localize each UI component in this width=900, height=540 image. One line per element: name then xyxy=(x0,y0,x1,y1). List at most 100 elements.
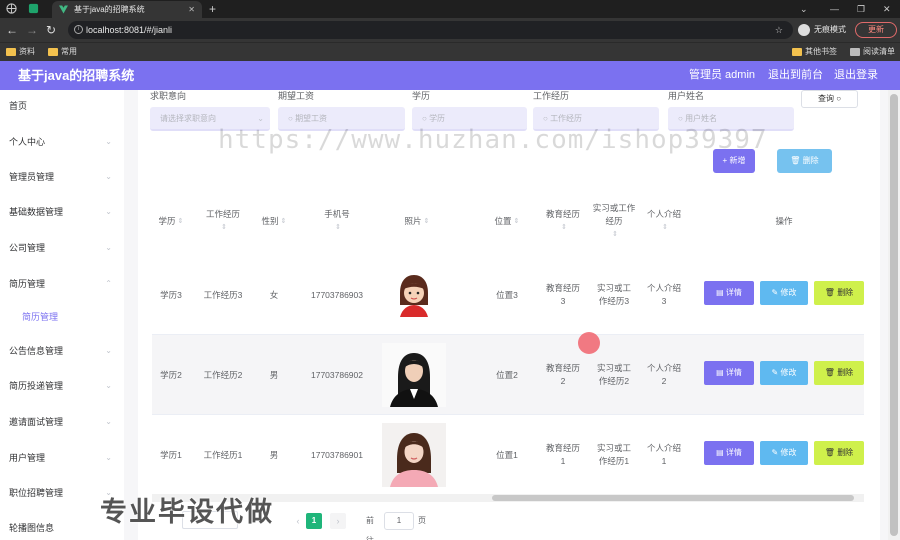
sidebar-item-admin-management[interactable]: 管理员管理 ⌄ xyxy=(0,167,124,187)
bookmark-folder[interactable]: 常用 xyxy=(48,46,77,58)
sidebar-item-announcement[interactable]: 公告信息管理 ⌄ xyxy=(0,341,124,361)
bookmark-star-icon[interactable]: ☆ xyxy=(775,21,783,39)
sort-icon[interactable]: ⇕ xyxy=(281,215,287,228)
chevron-down-icon: ⌄ xyxy=(105,243,112,252)
trash-icon: 🗑 xyxy=(824,368,838,377)
resume-photo[interactable] xyxy=(382,423,446,487)
cell-degree: 学历3 xyxy=(160,289,182,300)
button-label: 删除 xyxy=(802,156,819,165)
chevron-down-icon: ⌄ xyxy=(105,381,112,390)
tab-list-chevron-icon[interactable]: ⌄ xyxy=(800,0,808,18)
sidebar-item-personal-center[interactable]: 个人中心 ⌄ xyxy=(0,132,124,152)
column-header[interactable]: 教育经历 ⇕ xyxy=(540,187,586,255)
sort-icon[interactable]: ⇕ xyxy=(335,221,341,234)
tab-close-icon[interactable]: ✕ xyxy=(188,1,195,18)
scrollbar-thumb[interactable] xyxy=(492,495,854,501)
prev-page-icon[interactable]: ‹ xyxy=(290,513,306,529)
sidebar-item-company[interactable]: 公司管理 ⌄ xyxy=(0,238,124,258)
column-header[interactable]: 位置 ⇕ xyxy=(482,187,532,255)
tab-search-icon[interactable] xyxy=(28,3,39,14)
delete-button[interactable]: 🗑 删除 xyxy=(814,441,864,465)
resume-photo[interactable] xyxy=(382,263,446,327)
column-header[interactable]: 性别 ⇕ xyxy=(256,187,292,255)
cell-education: 教育经历3 xyxy=(545,283,580,306)
sort-icon[interactable]: ⇕ xyxy=(221,221,227,234)
sort-icon[interactable]: ⇕ xyxy=(178,215,184,228)
column-header[interactable]: 学历 ⇕ xyxy=(152,187,190,255)
promo-overlay-text: 专业毕设代做 xyxy=(100,497,274,527)
restore-icon[interactable]: ❐ xyxy=(857,0,865,18)
resume-photo[interactable] xyxy=(382,343,446,407)
trash-icon: 🗑 xyxy=(790,156,803,165)
sort-icon[interactable]: ⇕ xyxy=(612,228,618,241)
sidebar-subitem-resume[interactable]: 简历管理 xyxy=(0,307,124,327)
document-icon: ▤ xyxy=(716,288,726,297)
detail-button[interactable]: ▤ 详情 xyxy=(704,441,754,465)
cell-education: 教育经历1 xyxy=(545,443,580,466)
sidebar-item-label: 公告信息管理 xyxy=(9,346,64,356)
sort-icon[interactable]: ⇕ xyxy=(424,215,430,228)
site-info-icon[interactable]: i xyxy=(74,25,83,34)
bookmark-label: 其他书签 xyxy=(805,47,837,56)
detail-button[interactable]: ▤ 详情 xyxy=(704,281,754,305)
back-icon[interactable]: ← xyxy=(6,23,18,37)
sidebar-item-label: 职位招聘管理 xyxy=(9,488,64,498)
reload-icon[interactable]: ↻ xyxy=(46,23,56,37)
logout-link[interactable]: 退出登录 xyxy=(834,61,878,90)
field-label: 工作经历 xyxy=(533,91,570,101)
field-label: 求职意向 xyxy=(150,91,187,101)
column-header[interactable]: 照片 ⇕ xyxy=(382,187,452,255)
incognito-avatar-icon xyxy=(798,24,810,36)
address-bar[interactable]: i localhost:8081/#/jianli ☆ xyxy=(68,21,793,39)
portrait-photo-icon xyxy=(382,343,446,407)
column-header[interactable]: 个人介绍 ⇕ xyxy=(642,187,686,255)
column-header[interactable]: 实习或工作经历 ⇕ xyxy=(592,187,636,255)
detail-button[interactable]: ▤ 详情 xyxy=(704,361,754,385)
back-to-frontend-link[interactable]: 退出到前台 xyxy=(768,61,823,90)
sidebar-item-interview[interactable]: 邀请面试管理 ⌄ xyxy=(0,412,124,432)
incognito-profile[interactable]: 无痕模式 xyxy=(798,22,846,38)
column-header[interactable]: 工作经历 ⇕ xyxy=(200,187,246,255)
sidebar-item-home[interactable]: 首页 xyxy=(0,96,124,116)
admin-user[interactable]: 管理员 admin xyxy=(689,61,755,90)
close-window-icon[interactable]: ✕ xyxy=(883,0,891,18)
sort-icon[interactable]: ⇕ xyxy=(561,221,567,234)
minimize-icon[interactable]: — xyxy=(830,0,839,18)
sidebar-item-resume-delivery[interactable]: 简历投递管理 ⌄ xyxy=(0,376,124,396)
cell-phone: 17703786903 xyxy=(310,289,363,300)
bookmark-folder[interactable]: 资料 xyxy=(6,46,35,58)
vertical-scrollbar[interactable] xyxy=(888,90,900,540)
page-number-current[interactable]: 1 xyxy=(306,513,322,529)
column-header[interactable]: 手机号 ⇕ xyxy=(302,187,372,255)
scrollbar-thumb[interactable] xyxy=(890,94,898,536)
header-label: 性别 xyxy=(261,215,279,226)
sort-icon[interactable]: ⇕ xyxy=(662,221,668,234)
batch-delete-button[interactable]: 🗑 删除 xyxy=(777,149,832,173)
sidebar-item-label: 用户管理 xyxy=(9,453,46,463)
sidebar-item-resume[interactable]: 简历管理 ⌃ xyxy=(0,274,124,294)
new-tab-icon[interactable]: + xyxy=(209,0,216,18)
reading-list[interactable]: 阅读清单 xyxy=(850,46,895,58)
next-page-icon[interactable]: › xyxy=(330,513,346,529)
forward-icon[interactable]: → xyxy=(26,23,38,37)
button-label: 查询 xyxy=(817,94,834,103)
edit-button[interactable]: ✎ 修改 xyxy=(760,361,808,385)
sidebar-item-users[interactable]: 用户管理 ⌄ xyxy=(0,448,124,468)
cell-intern: 实习或工作经历1 xyxy=(596,443,631,466)
edit-button[interactable]: ✎ 修改 xyxy=(760,281,808,305)
sidebar-item-basic-data[interactable]: 基础数据管理 ⌄ xyxy=(0,202,124,222)
table-row: 学历3 工作经历3 女 17703786903 位置3 教育经历3 实习或工作经… xyxy=(152,255,864,335)
trash-icon: 🗑 xyxy=(824,448,838,457)
edit-button[interactable]: ✎ 修改 xyxy=(760,441,808,465)
other-bookmarks[interactable]: 其他书签 xyxy=(792,46,837,58)
delete-button[interactable]: 🗑 删除 xyxy=(814,361,864,385)
search-icon: ○ xyxy=(836,94,842,103)
sort-icon[interactable]: ⇕ xyxy=(514,215,520,228)
search-button[interactable]: 查询 ○ xyxy=(801,90,858,108)
delete-button[interactable]: 🗑 删除 xyxy=(814,281,864,305)
cursor-highlight xyxy=(578,332,600,354)
header-label: 操作 xyxy=(775,215,793,226)
update-button[interactable]: 更新 xyxy=(855,22,897,38)
browser-tab-active[interactable]: 基于java的招聘系统 ✕ xyxy=(52,1,202,18)
goto-page-input[interactable]: 1 xyxy=(384,512,414,530)
